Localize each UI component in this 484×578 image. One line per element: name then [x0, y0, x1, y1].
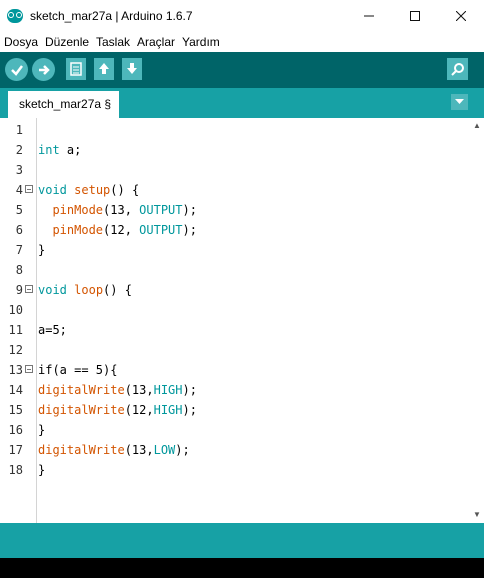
code-text: if(a == 5){ [38, 363, 118, 377]
line-number: 11 [8, 323, 23, 337]
line-number: 16 [8, 423, 23, 437]
line-number: 17 [8, 443, 23, 457]
line-number: 5 [15, 203, 23, 217]
code-line[interactable]: 16} [0, 420, 470, 440]
code-line[interactable]: 12 [0, 340, 470, 360]
close-icon [456, 11, 466, 21]
line-number: 12 [8, 343, 23, 357]
fold-toggle-icon[interactable] [25, 285, 33, 293]
code-line[interactable]: 10 [0, 300, 470, 320]
upload-button[interactable] [32, 58, 55, 81]
line-number: 8 [15, 263, 23, 277]
code-text: pinMode(12, OUTPUT); [52, 223, 197, 237]
serial-monitor-button[interactable] [447, 58, 468, 80]
code-text: void loop() { [38, 283, 132, 297]
code-editor[interactable]: 1 2 int a; 3 4 void setup() {5 pinMode(13, OU… [0, 118, 484, 523]
code-text: } [38, 243, 46, 257]
line-number: 3 [15, 163, 23, 177]
maximize-icon [410, 11, 420, 21]
verify-button[interactable] [5, 58, 28, 81]
line-number: 13 [8, 363, 23, 377]
minimize-icon [364, 15, 374, 17]
line-number: 2 [15, 143, 23, 157]
code-line[interactable]: 14 digitalWrite(13,HIGH); [0, 380, 470, 400]
console-output [0, 558, 484, 578]
code-line[interactable]: 1 [0, 120, 470, 140]
code-line[interactable]: 15 digitalWrite(12,HIGH); [0, 400, 470, 420]
code-text: a=5; [38, 323, 67, 337]
code-line[interactable]: 3 [0, 160, 470, 180]
code-text: digitalWrite(13,HIGH); [38, 383, 197, 397]
toolbar [0, 52, 484, 88]
open-sketch-button[interactable] [94, 58, 114, 80]
code-line[interactable]: 2 int a; [0, 140, 470, 160]
code-line[interactable]: 18} [0, 460, 470, 480]
fold-toggle-icon[interactable] [25, 365, 33, 373]
line-number: 1 [15, 123, 23, 137]
chevron-down-icon [455, 99, 464, 104]
save-sketch-button[interactable] [122, 58, 142, 80]
close-button[interactable] [438, 0, 484, 32]
new-file-icon [70, 62, 82, 76]
arrow-down-icon [127, 63, 137, 74]
code-text: } [38, 463, 46, 477]
code-line[interactable]: 6 pinMode(12, OUTPUT); [0, 220, 470, 240]
new-sketch-button[interactable] [66, 58, 86, 80]
vertical-scrollbar[interactable]: ▲ ▼ [470, 118, 484, 523]
code-text: int a; [38, 143, 82, 157]
minimize-button[interactable] [346, 0, 392, 32]
code-line[interactable]: 11 a=5; [0, 320, 470, 340]
window-title: sketch_mar27a | Arduino 1.6.7 [30, 9, 193, 23]
arrow-right-icon [38, 64, 50, 75]
menu-bar: Dosya Düzenle Taslak Araçlar Yardım [0, 32, 484, 52]
code-line[interactable]: 8 [0, 260, 470, 280]
code-text: pinMode(13, OUTPUT); [52, 203, 197, 217]
magnifier-icon [450, 63, 464, 76]
console-status-bar [0, 523, 484, 558]
title-bar: sketch_mar27a | Arduino 1.6.7 [0, 0, 484, 32]
code-text: } [38, 423, 46, 437]
line-number: 10 [8, 303, 23, 317]
fold-toggle-icon[interactable] [25, 185, 33, 193]
checkmark-icon [10, 64, 23, 76]
code-line[interactable]: 5 pinMode(13, OUTPUT); [0, 200, 470, 220]
code-line[interactable]: 17 digitalWrite(13,LOW); [0, 440, 470, 460]
arrow-up-icon [99, 63, 109, 74]
maximize-button[interactable] [392, 0, 438, 32]
tab-menu-button[interactable] [451, 94, 468, 110]
menu-dosya[interactable]: Dosya [4, 35, 38, 49]
menu-taslak[interactable]: Taslak [96, 35, 130, 49]
code-line[interactable]: 9 void loop() { [0, 280, 470, 300]
tab-sketch[interactable]: sketch_mar27a § [8, 91, 119, 118]
menu-yardim[interactable]: Yardım [182, 35, 220, 49]
line-number: 14 [8, 383, 23, 397]
scroll-up-icon[interactable]: ▲ [470, 118, 484, 132]
arduino-logo-icon [7, 9, 23, 23]
scroll-down-icon[interactable]: ▼ [470, 507, 484, 521]
code-line[interactable]: 7} [0, 240, 470, 260]
line-number: 18 [8, 463, 23, 477]
tab-bar: sketch_mar27a § [0, 88, 484, 118]
line-number: 9 [15, 283, 23, 297]
line-number: 15 [8, 403, 23, 417]
tab-label: sketch_mar27a § [19, 97, 112, 111]
menu-araclar[interactable]: Araçlar [137, 35, 175, 49]
code-text: digitalWrite(12,HIGH); [38, 403, 197, 417]
code-line[interactable]: 13 if(a == 5){ [0, 360, 470, 380]
code-text: digitalWrite(13,LOW); [38, 443, 190, 457]
code-line[interactable]: 4 void setup() { [0, 180, 470, 200]
line-number: 7 [15, 243, 23, 257]
code-text: void setup() { [38, 183, 140, 197]
line-number: 4 [15, 183, 23, 197]
menu-duzenle[interactable]: Düzenle [45, 35, 89, 49]
line-number: 6 [15, 223, 23, 237]
